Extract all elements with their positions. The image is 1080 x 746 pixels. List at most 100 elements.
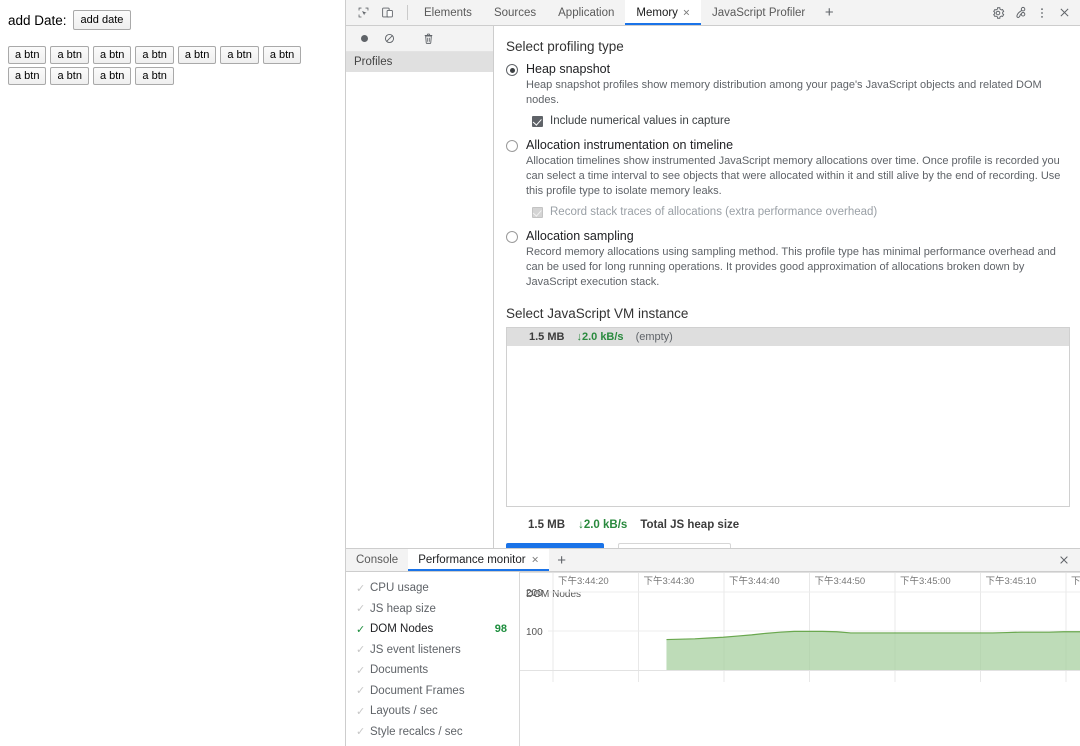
more-vertical-icon[interactable] (1031, 2, 1053, 24)
device-toolbar-icon[interactable] (376, 2, 398, 24)
a-btn[interactable]: a btn (92, 67, 132, 85)
tab-console[interactable]: Console (346, 549, 408, 571)
metric-documents[interactable]: ✓ Documents (346, 660, 519, 681)
profiling-options: Heap snapshot Heap snapshot profiles show… (506, 62, 1070, 290)
metric-label: Document Frames (370, 684, 465, 697)
add-date-label: add Date: (8, 12, 67, 28)
metric-js-event-listeners[interactable]: ✓ JS event listeners (346, 640, 519, 661)
chart-ytick-label: 200 (526, 588, 543, 599)
radio-label: Allocation sampling (526, 229, 634, 243)
metric-label: CPU usage (370, 582, 429, 595)
delete-icon[interactable] (417, 28, 439, 50)
checkbox-allocation-instrumentation[interactable] (532, 206, 543, 218)
chart-xtick-label: 下午3:45:10 (986, 575, 1037, 587)
drawer-tab-list: Console Performance monitor × (346, 549, 549, 571)
a-btn[interactable]: a btn (50, 46, 89, 64)
check-icon: ✓ (356, 705, 366, 718)
check-icon: ✓ (356, 582, 366, 595)
close-drawer-icon[interactable] (1053, 549, 1075, 571)
check-icon: ✓ (356, 623, 366, 636)
checkbox-label: Include numerical values in capture (550, 115, 731, 127)
a-btn[interactable]: a btn (135, 46, 174, 64)
a-btn[interactable]: a btn (177, 46, 217, 64)
a-btn[interactable]: a btn (8, 67, 47, 85)
tab-label: Application (558, 6, 615, 19)
clear-icon[interactable] (378, 28, 400, 50)
metric-layouts-sec[interactable]: ✓ Layouts / sec (346, 701, 519, 722)
tab-elements[interactable]: Elements (413, 0, 483, 25)
check-icon: ✓ (356, 644, 366, 657)
option-description: Heap snapshot profiles show memory distr… (526, 79, 1042, 106)
radio-row[interactable]: Allocation sampling (506, 229, 1070, 243)
nodes-icon[interactable] (1009, 2, 1031, 24)
add-date-button[interactable]: add date (72, 10, 132, 30)
profiling-option-heap-snapshot[interactable]: Heap snapshot Heap snapshot profiles show… (506, 62, 1070, 127)
tab-sources[interactable]: Sources (483, 0, 547, 25)
a-btn[interactable]: a btn (262, 46, 302, 64)
close-tab-icon[interactable]: × (532, 554, 539, 566)
tab-label: JavaScript Profiler (711, 6, 806, 19)
radio-allocation-sampling[interactable] (506, 231, 518, 243)
chart-xtick-label: 下午3:44:30 (644, 575, 695, 587)
checkbox-label: Record stack traces of allocations (extr… (550, 206, 878, 218)
vm-instance-row[interactable]: 1.5 MB ↓2.0 kB/s (empty) (507, 328, 1069, 346)
record-icon[interactable] (353, 28, 375, 50)
tab-performance-monitor[interactable]: Performance monitor × (408, 549, 549, 571)
tab-memory[interactable]: Memory × (625, 0, 701, 25)
metric-style-recalcs-sec[interactable]: ✓ Style recalcs / sec (346, 722, 519, 743)
drawer-right-icons (1053, 549, 1080, 571)
a-btn[interactable]: a btn (92, 46, 132, 64)
a-btn[interactable]: a btn (50, 67, 89, 85)
radio-row[interactable]: Heap snapshot (506, 62, 1070, 76)
gear-icon[interactable] (987, 2, 1009, 24)
close-devtools-icon[interactable] (1053, 2, 1075, 24)
tab-label: Console (356, 554, 399, 566)
radio-label: Allocation instrumentation on timeline (526, 138, 734, 152)
metric-dom-nodes[interactable]: ✓ DOM Nodes 98 (346, 619, 519, 640)
radio-row[interactable]: Allocation instrumentation on timeline (506, 138, 1070, 152)
check-icon: ✓ (356, 603, 366, 616)
add-panel-button[interactable]: + (816, 0, 842, 25)
a-btn[interactable]: a btn (135, 67, 174, 85)
vm-heap-size: 1.5 MB (529, 331, 565, 343)
chart-xtick-label: 下午3:44:40 (729, 575, 780, 587)
radio-allocation-instrumentation[interactable] (506, 140, 518, 152)
memory-panel: Profiles Select profiling type Heap snap… (346, 26, 1080, 548)
tab-label: Elements (424, 6, 472, 19)
devtools-right-icons (976, 0, 1080, 25)
check-icon: ✓ (356, 685, 366, 698)
memory-toolbar (346, 26, 493, 52)
a-btn[interactable]: a btn (8, 46, 47, 64)
checkbox-row[interactable]: Record stack traces of allocations (extr… (532, 206, 1070, 218)
profiling-option-allocation-instrumentation[interactable]: Allocation instrumentation on timeline Al… (506, 138, 1070, 218)
checkbox-row[interactable]: Include numerical values in capture (532, 115, 1070, 127)
tab-application[interactable]: Application (547, 0, 625, 25)
devtools-tab-list: Elements Sources Application Memory × JavaScr… (413, 0, 816, 25)
drawer-tabbar: Console Performance monitor × + (346, 549, 1080, 572)
performance-chart: 下午3:44:20 下午3:44:30 下午3:44:40 下午3:44:50 下午3:… (520, 572, 1080, 746)
radio-heap-snapshot[interactable] (506, 64, 518, 76)
metric-js-heap-size[interactable]: ✓ JS heap size (346, 599, 519, 620)
metric-document-frames[interactable]: ✓ Document Frames (346, 681, 519, 702)
metric-label: Style recalcs / sec (370, 725, 463, 738)
total-heap-label: Total JS heap size (640, 519, 740, 531)
close-tab-icon[interactable]: × (683, 6, 690, 18)
profiling-option-allocation-sampling[interactable]: Allocation sampling Record memory allocat… (506, 229, 1070, 290)
metric-label: Documents (370, 664, 429, 677)
chart-ytick-label: 100 (526, 627, 543, 638)
inspect-element-icon[interactable] (352, 2, 374, 24)
total-heap-size: 1.5 MB (528, 519, 566, 531)
devtools-tabbar: Elements Sources Application Memory × JavaScr… (346, 0, 1080, 26)
chart-xtick-label: 下午3:44:50 (815, 575, 866, 587)
a-btn[interactable]: a btn (220, 46, 259, 64)
totals-row: 1.5 MB ↓2.0 kB/s Total JS heap size (528, 519, 1070, 531)
metric-cpu-usage[interactable]: ✓ CPU usage (346, 578, 519, 599)
sidebar-item-profiles[interactable]: Profiles (346, 52, 493, 72)
drawer-add-tab-button[interactable]: + (549, 549, 575, 571)
checkbox-heap-snapshot[interactable] (532, 115, 543, 127)
add-date-row: add Date: add date (8, 10, 337, 30)
vm-instance-list[interactable]: 1.5 MB ↓2.0 kB/s (empty) (506, 327, 1070, 507)
tab-javascript-profiler[interactable]: JavaScript Profiler (701, 0, 816, 25)
vm-heap-rate: ↓2.0 kB/s (576, 331, 624, 343)
drawer-body: ✓ CPU usage ✓ JS heap size ✓ DOM Nodes 98 ✓ JS e… (346, 572, 1080, 746)
